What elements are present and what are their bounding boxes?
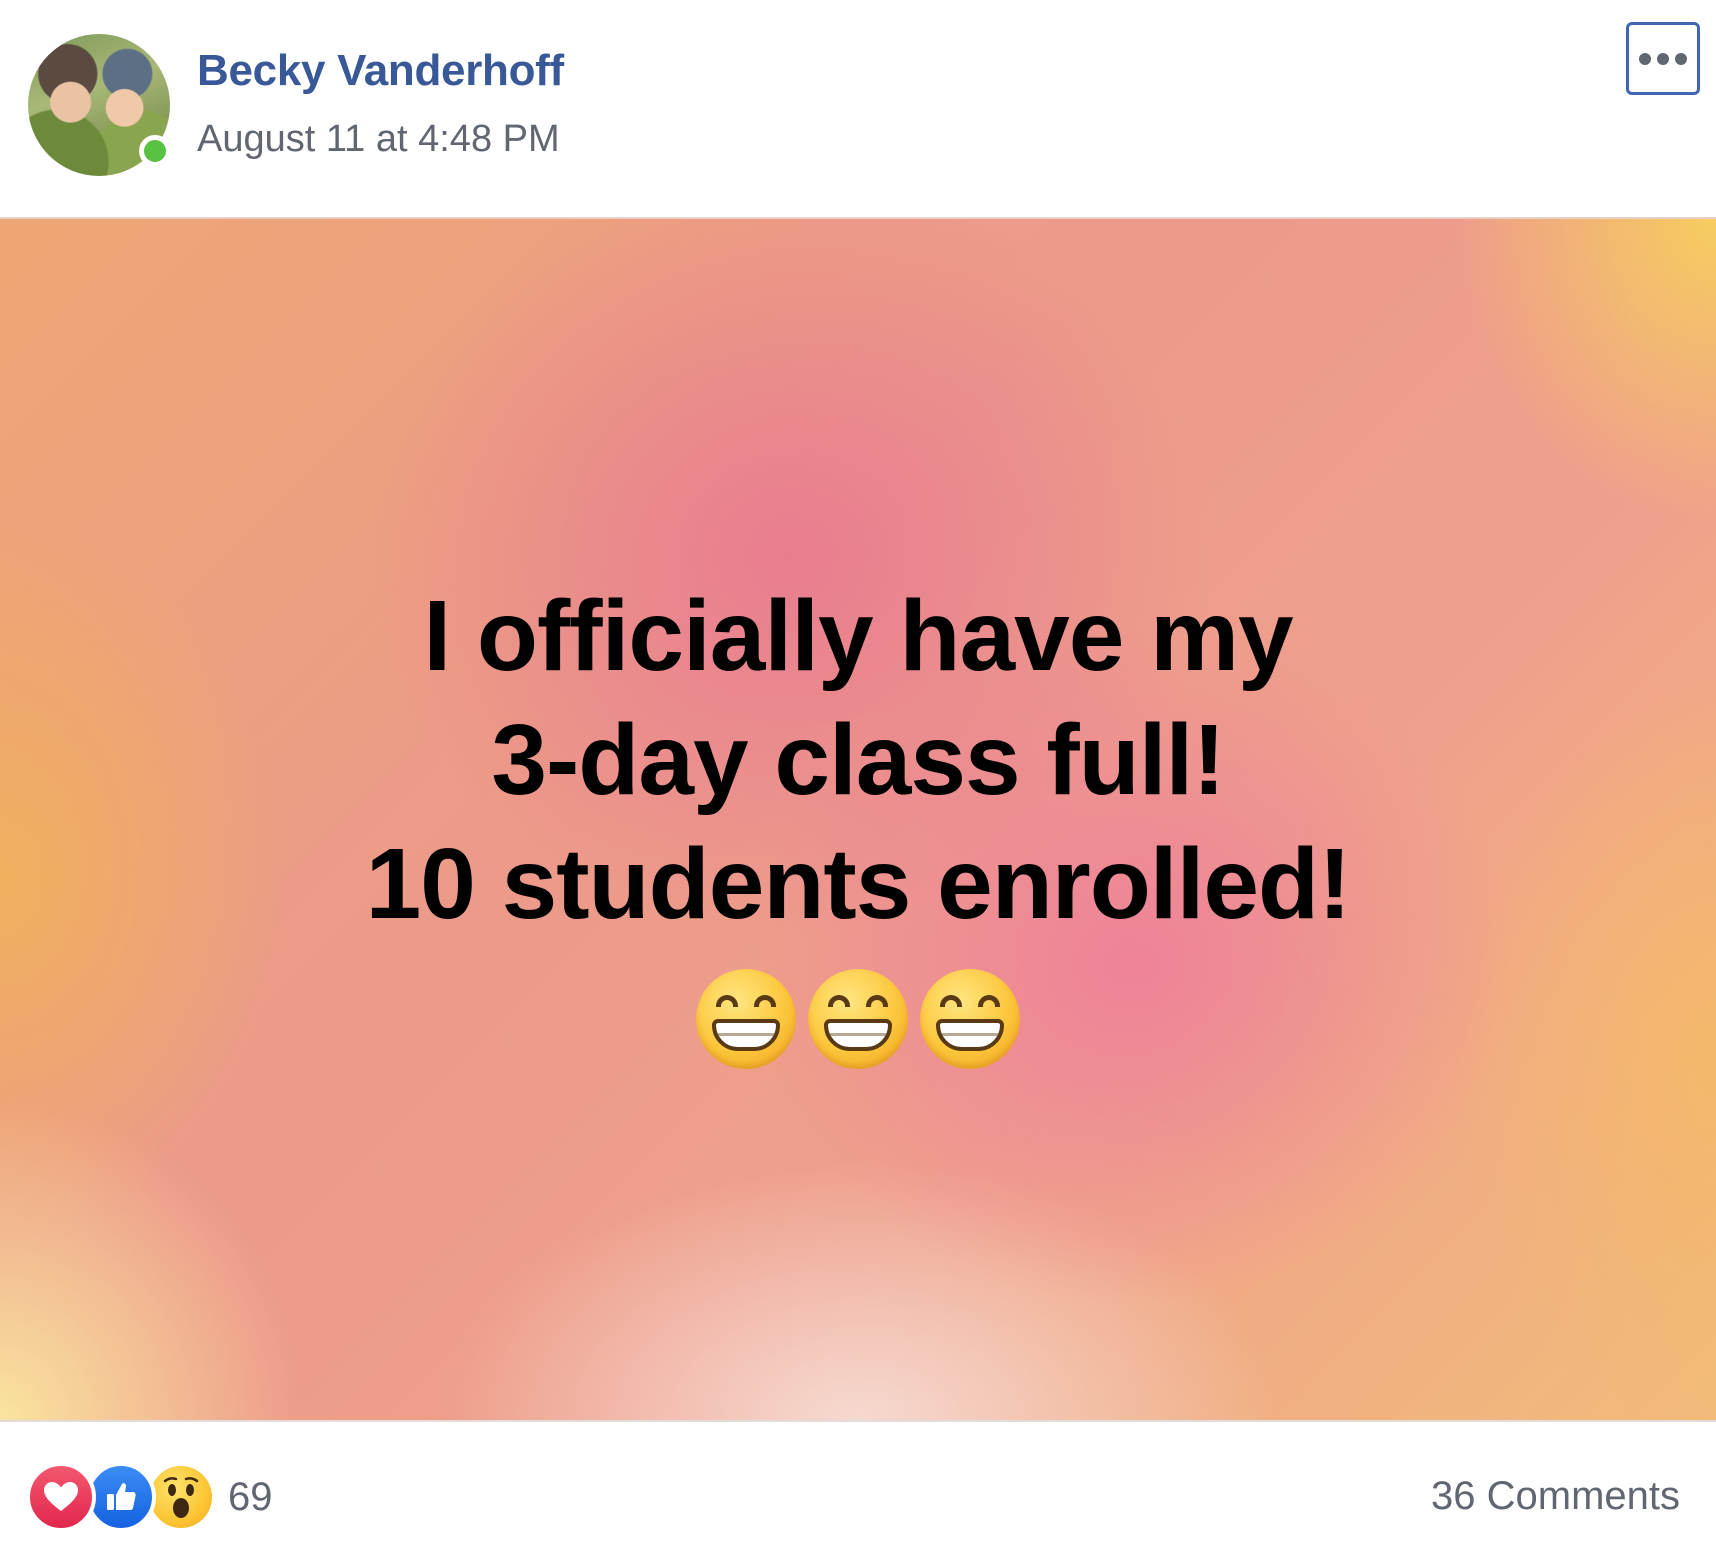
- facebook-post: Becky Vanderhoff August 11 at 4:48 PM I …: [0, 0, 1716, 1553]
- ellipsis-icon: [1675, 52, 1687, 65]
- ellipsis-icon: [1639, 52, 1651, 65]
- post-header: Becky Vanderhoff August 11 at 4:48 PM: [0, 0, 1716, 217]
- grinning-face-emoji-icon: [920, 969, 1020, 1069]
- reaction-count[interactable]: 69: [228, 1475, 273, 1520]
- post-message-line: 10 students enrolled!: [365, 828, 1352, 940]
- comments-count-link[interactable]: 36 Comments: [1431, 1474, 1680, 1519]
- post-background-card: I officially have my 3-day class full! 1…: [0, 217, 1716, 1422]
- emoji-row: [0, 969, 1716, 1069]
- like-reaction-icon: [86, 1462, 156, 1532]
- ellipsis-icon: [1657, 52, 1669, 65]
- love-reaction-icon: [26, 1462, 96, 1532]
- wow-reaction-icon: [146, 1462, 216, 1532]
- post-footer: 69 36 Comments: [0, 1422, 1716, 1553]
- reactions-summary[interactable]: 69: [26, 1462, 273, 1532]
- author-name-link[interactable]: Becky Vanderhoff: [197, 46, 564, 96]
- grinning-face-emoji-icon: [696, 969, 796, 1069]
- online-status-indicator: [139, 135, 171, 167]
- more-options-button[interactable]: [1626, 22, 1700, 95]
- grinning-face-emoji-icon: [808, 969, 908, 1069]
- post-timestamp[interactable]: August 11 at 4:48 PM: [197, 118, 560, 161]
- post-message-line: I officially have my: [423, 580, 1293, 692]
- post-message: I officially have my 3-day class full! 1…: [0, 574, 1716, 946]
- post-message-line: 3-day class full!: [491, 704, 1225, 816]
